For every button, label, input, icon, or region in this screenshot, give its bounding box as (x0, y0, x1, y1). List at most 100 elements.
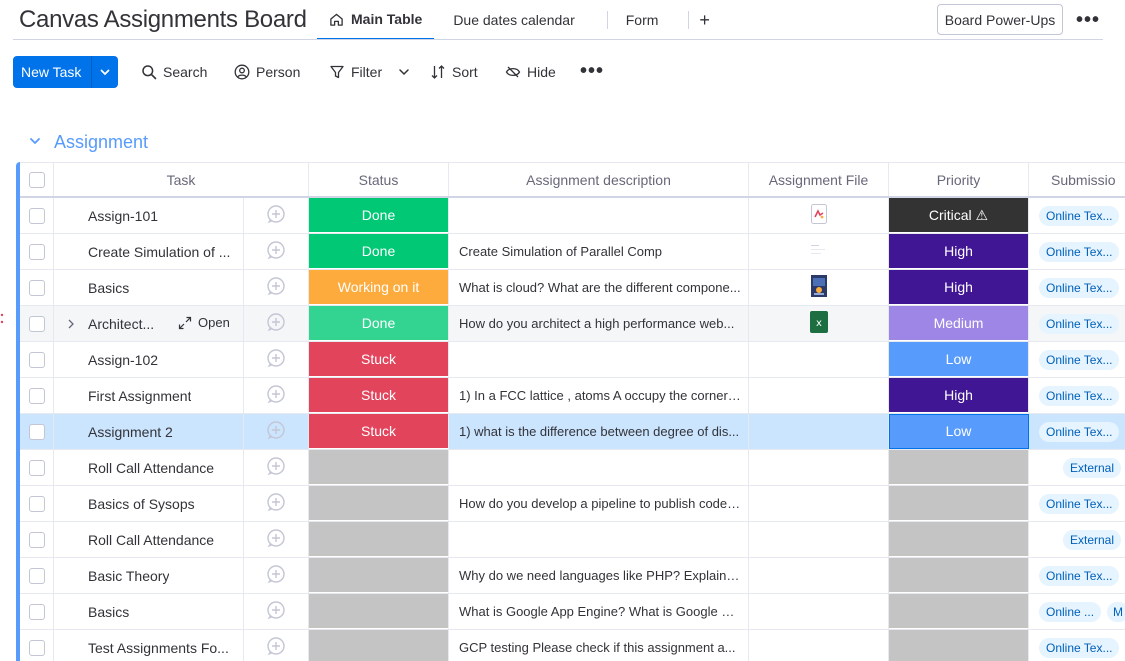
add-update-button[interactable] (244, 342, 309, 377)
add-update-button[interactable] (244, 234, 309, 269)
table-row[interactable]: Basics of Sysops How do you develop a pip… (20, 486, 1125, 522)
priority-cell[interactable]: High (889, 378, 1029, 413)
description-cell[interactable]: GCP testing Please check if this assignm… (449, 630, 749, 661)
submission-cell[interactable]: External (1029, 450, 1125, 485)
file-cell[interactable] (749, 630, 889, 661)
submission-cell[interactable]: Online Tex... (1029, 234, 1125, 269)
new-task-button[interactable]: New Task (13, 56, 118, 88)
description-cell[interactable]: What is cloud? What are the different co… (449, 270, 749, 305)
submission-type-chip[interactable]: External (1063, 457, 1122, 478)
file-cell[interactable] (749, 342, 889, 377)
board-title[interactable]: Canvas Assignments Board (19, 6, 307, 34)
description-cell[interactable] (449, 450, 749, 485)
row-checkbox[interactable] (28, 315, 45, 332)
row-checkbox-cell[interactable] (20, 486, 54, 521)
submission-cell[interactable]: Online Tex... (1029, 378, 1125, 413)
table-row[interactable]: Create Simulation of ... Done Create Simul… (20, 234, 1125, 270)
filter-dropdown-icon[interactable] (396, 60, 418, 84)
file-cell[interactable] (749, 486, 889, 521)
row-checkbox[interactable] (28, 351, 45, 368)
status-cell[interactable]: Done (309, 234, 449, 269)
table-row[interactable]: Test Assignments Fo... GCP testing Please… (20, 630, 1125, 661)
description-cell[interactable] (449, 198, 749, 233)
task-name-cell[interactable]: Assign-101 (54, 198, 244, 233)
file-cell[interactable] (749, 450, 889, 485)
task-name-cell[interactable]: Test Assignments Fo... (54, 630, 244, 661)
description-cell[interactable]: How do you develop a pipeline to publish… (449, 486, 749, 521)
status-cell[interactable]: Stuck (309, 342, 449, 377)
tab-due-dates-calendar[interactable]: Due dates calendar (434, 0, 606, 40)
column-header-file[interactable]: Assignment File (749, 163, 889, 196)
row-checkbox[interactable] (28, 495, 45, 512)
description-cell[interactable] (449, 522, 749, 557)
status-cell[interactable]: Stuck (309, 378, 449, 413)
submission-type-chip[interactable]: Online ... (1039, 601, 1102, 622)
row-checkbox[interactable] (28, 603, 45, 620)
row-checkbox-cell[interactable] (20, 558, 54, 593)
submission-cell[interactable]: External (1029, 522, 1125, 557)
status-cell[interactable]: Done (309, 306, 449, 341)
submission-type-chip[interactable]: Online Tex... (1039, 205, 1120, 226)
add-update-button[interactable] (244, 414, 309, 449)
task-name-cell[interactable]: Basics (54, 594, 244, 629)
file-cell[interactable]: x (749, 306, 889, 341)
select-all-cell[interactable] (20, 163, 54, 196)
row-checkbox[interactable] (28, 567, 45, 584)
row-checkbox-cell[interactable] (20, 378, 54, 413)
add-update-button[interactable] (244, 198, 309, 233)
new-task-dropdown-icon[interactable] (92, 66, 118, 78)
table-row[interactable]: Basics Working on it What is cloud? What a… (20, 270, 1125, 306)
description-cell[interactable]: Why do we need languages like PHP? Expla… (449, 558, 749, 593)
priority-cell[interactable] (889, 522, 1029, 557)
submission-type-chip[interactable]: Online Tex... (1039, 349, 1120, 370)
file-cell[interactable] (749, 558, 889, 593)
doc-thumbnail-icon[interactable] (810, 242, 828, 261)
description-cell[interactable]: How do you architect a high performance … (449, 306, 749, 341)
filter-button[interactable]: Filter (329, 60, 382, 84)
priority-cell[interactable] (889, 630, 1029, 661)
tab-form[interactable]: Form (608, 0, 689, 40)
row-checkbox[interactable] (28, 531, 45, 548)
task-name-cell[interactable]: Basics (54, 270, 244, 305)
table-row[interactable]: Basic Theory Why do we need languages lik… (20, 558, 1125, 594)
task-name-cell[interactable]: Create Simulation of ... (54, 234, 244, 269)
row-checkbox-cell[interactable] (20, 450, 54, 485)
task-name[interactable]: Test Assignments Fo... (88, 640, 229, 656)
sort-button[interactable]: Sort (430, 60, 478, 84)
priority-cell[interactable] (889, 558, 1029, 593)
priority-cell[interactable] (889, 450, 1029, 485)
submission-type-chip[interactable]: Online Tex... (1039, 637, 1120, 658)
file-cell[interactable] (749, 522, 889, 557)
task-name[interactable]: First Assignment (88, 388, 191, 404)
row-checkbox-cell[interactable] (20, 594, 54, 629)
add-update-button[interactable] (244, 630, 309, 661)
submission-type-chip[interactable]: Online Tex... (1039, 241, 1120, 262)
row-checkbox-cell[interactable] (20, 630, 54, 661)
file-cell[interactable] (749, 378, 889, 413)
row-checkbox[interactable] (28, 639, 45, 656)
row-checkbox[interactable] (28, 387, 45, 404)
submission-cell[interactable]: Online Tex... (1029, 270, 1125, 305)
row-checkbox-cell[interactable] (20, 198, 54, 233)
status-cell[interactable] (309, 558, 449, 593)
status-cell[interactable]: Stuck (309, 414, 449, 449)
priority-cell[interactable]: Low (889, 342, 1029, 377)
status-cell[interactable] (309, 594, 449, 629)
pdf-file-icon[interactable] (810, 204, 827, 227)
column-header-task[interactable]: Task (54, 163, 309, 196)
submission-cell[interactable]: Online Tex... (1029, 558, 1125, 593)
row-checkbox[interactable] (28, 243, 45, 260)
add-update-button[interactable] (244, 486, 309, 521)
row-checkbox[interactable] (28, 423, 45, 440)
column-header-submission[interactable]: Submissio (1029, 163, 1125, 196)
hide-button[interactable]: Hide (505, 60, 556, 84)
row-checkbox[interactable] (28, 459, 45, 476)
submission-type-chip[interactable]: Online Tex... (1039, 565, 1120, 586)
tab-main-table[interactable]: Main Table (317, 0, 435, 40)
task-name[interactable]: Basics (88, 280, 129, 296)
task-name[interactable]: Assign-102 (88, 352, 158, 368)
submission-cell[interactable]: Online Tex... (1029, 630, 1125, 661)
priority-cell[interactable]: Low (889, 414, 1029, 449)
task-name-cell[interactable]: Basic Theory (54, 558, 244, 593)
task-name-cell[interactable]: First Assignment (54, 378, 244, 413)
